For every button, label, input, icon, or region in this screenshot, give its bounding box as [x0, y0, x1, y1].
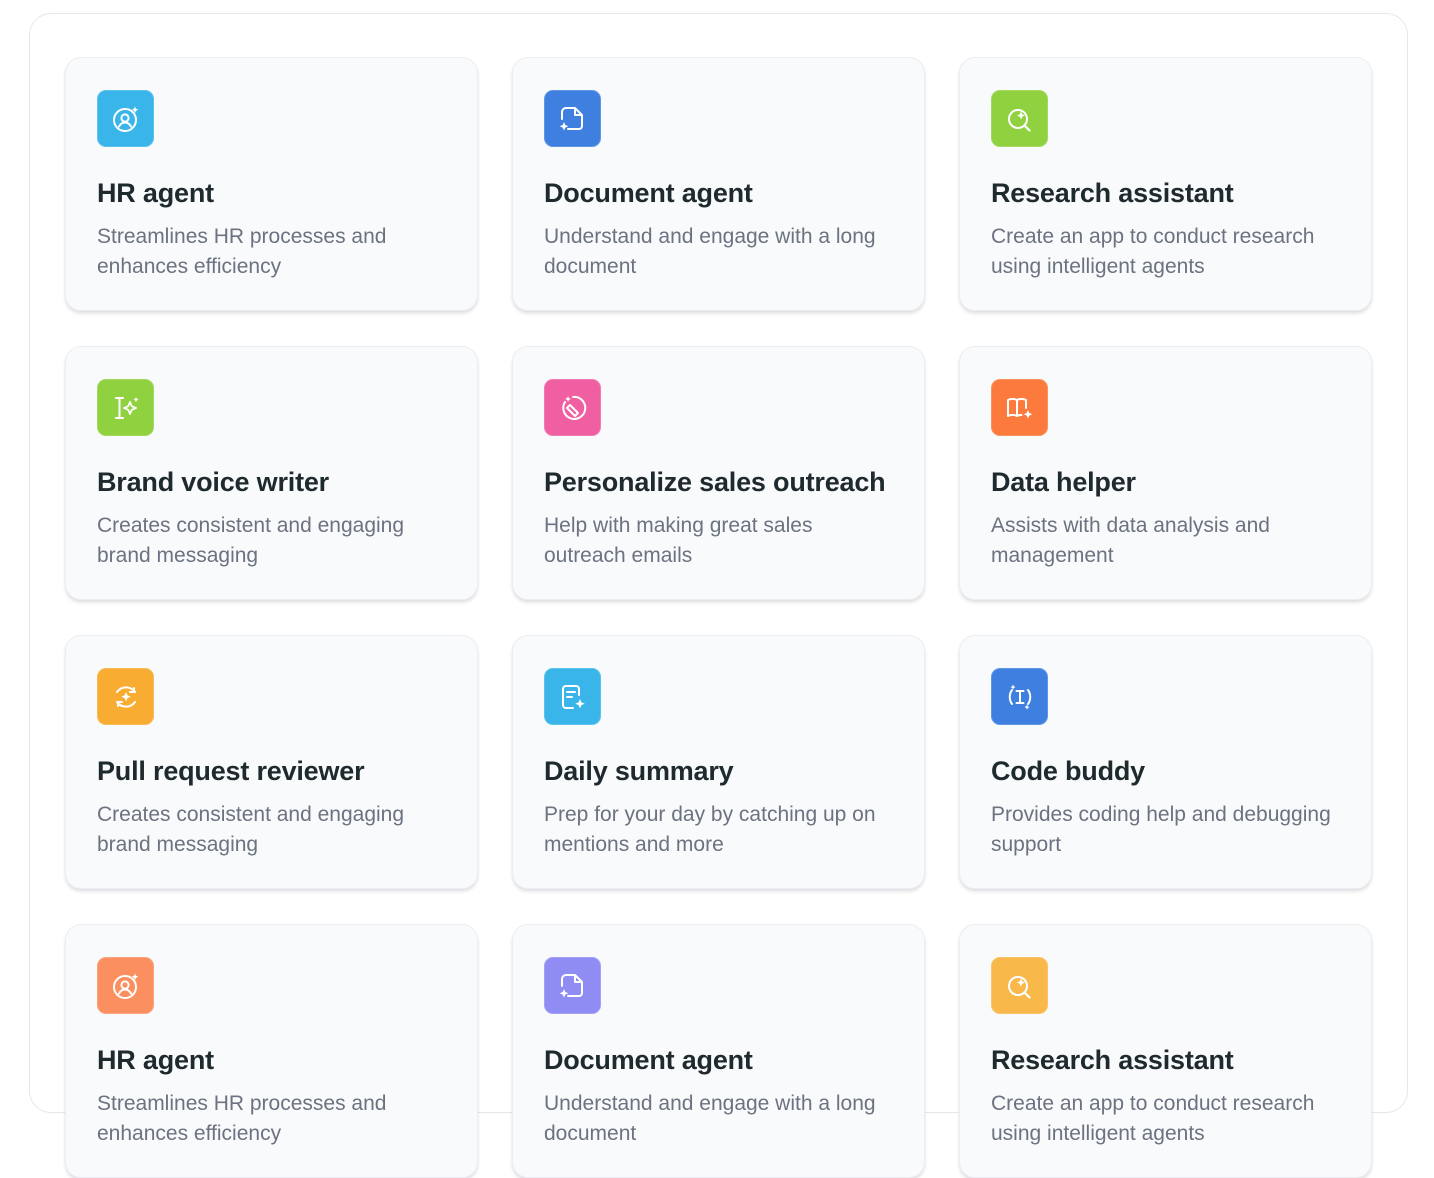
agent-card[interactable]: Research assistant Create an app to condu… — [959, 57, 1372, 311]
agent-card-title: Document agent — [544, 1045, 753, 1075]
document-sparkle-icon — [544, 90, 601, 147]
agent-card-description: Create an app to conduct research using … — [991, 1092, 1315, 1145]
agent-card[interactable]: Data helper Assists with data analysis an… — [959, 346, 1372, 600]
agent-card[interactable]: HR agent Streamlines HR processes and enh… — [65, 57, 478, 311]
agent-card[interactable]: HR agent Streamlines HR processes and enh… — [65, 924, 478, 1178]
circle-sparkle-icon — [97, 668, 154, 725]
agent-card-description: Understand and engage with a long docume… — [544, 225, 876, 278]
agent-card-title: HR agent — [97, 178, 214, 208]
search-sparkle-icon — [991, 957, 1048, 1014]
agent-card[interactable]: Brand voice writer Creates consistent and… — [65, 346, 478, 600]
user-sparkle-icon — [97, 957, 154, 1014]
note-sparkle-icon — [544, 668, 601, 725]
agent-card-title: HR agent — [97, 1045, 214, 1075]
agent-card-title: Brand voice writer — [97, 467, 329, 497]
code-cursor-icon — [991, 668, 1048, 725]
agent-card-title: Data helper — [991, 467, 1136, 497]
agent-card-title: Document agent — [544, 178, 753, 208]
agent-card-title: Pull request reviewer — [97, 756, 365, 786]
text-cursor-sparkle-icon — [97, 379, 154, 436]
document-sparkle-icon — [544, 957, 601, 1014]
agent-card[interactable]: Code buddy Provides coding help and debug… — [959, 635, 1372, 889]
agent-card-title: Daily summary — [544, 756, 734, 786]
agent-card[interactable]: Document agent Understand and engage with… — [512, 924, 925, 1178]
book-sparkle-icon — [991, 379, 1048, 436]
search-sparkle-icon — [991, 90, 1048, 147]
agent-card-title: Code buddy — [991, 756, 1145, 786]
agent-card-title: Personalize sales outreach — [544, 467, 886, 497]
agent-card[interactable]: Research assistant Create an app to condu… — [959, 924, 1372, 1178]
user-sparkle-icon — [97, 90, 154, 147]
agent-card-grid: HR agent Streamlines HR processes and enh… — [65, 57, 1372, 1178]
agent-card-description: Provides coding help and debugging suppo… — [991, 803, 1331, 856]
agent-card-title: Research assistant — [991, 178, 1234, 208]
agent-card-description: Create an app to conduct research using … — [991, 225, 1315, 278]
pen-sparkle-icon — [544, 379, 601, 436]
agent-card[interactable]: Personalize sales outreach Help with maki… — [512, 346, 925, 600]
agent-card-description: Streamlines HR processes and enhances ef… — [97, 225, 387, 278]
agent-card-description: Prep for your day by catching up on ment… — [544, 803, 876, 856]
agent-card-description: Streamlines HR processes and enhances ef… — [97, 1092, 387, 1145]
agent-card-title: Research assistant — [991, 1045, 1234, 1075]
agent-card[interactable]: Document agent Understand and engage with… — [512, 57, 925, 311]
agent-card-description: Understand and engage with a long docume… — [544, 1092, 876, 1145]
agent-card[interactable]: Pull request reviewer Creates consistent … — [65, 635, 478, 889]
agent-card-description: Assists with data analysis and managemen… — [991, 514, 1270, 567]
agent-card[interactable]: Daily summary Prep for your day by catch… — [512, 635, 925, 889]
agent-card-description: Creates consistent and engaging brand me… — [97, 803, 405, 856]
agent-card-description: Creates consistent and engaging brand me… — [97, 514, 405, 567]
agent-card-description: Help with making great sales outreach em… — [544, 514, 813, 567]
